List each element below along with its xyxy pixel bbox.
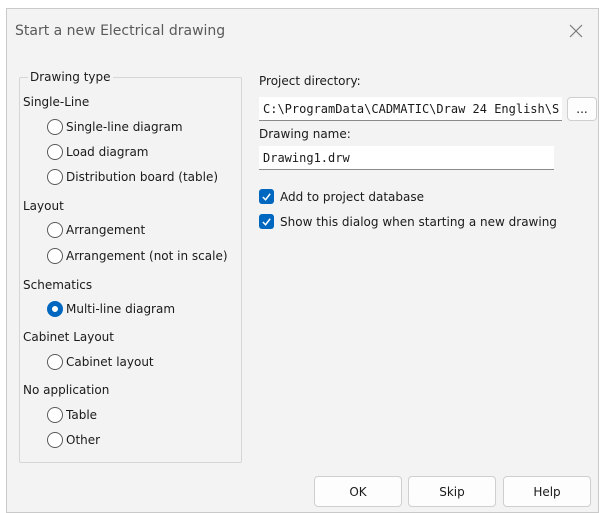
radio-multi-line-diagram[interactable]: Multi-line diagram — [47, 299, 175, 319]
close-button[interactable] — [558, 13, 594, 49]
checkbox-label: Show this dialog when starting a new dra… — [280, 214, 557, 229]
radio-button-icon — [47, 432, 63, 448]
checkmark-icon — [259, 189, 274, 204]
dialog-title: Start a new Electrical drawing — [15, 23, 226, 39]
radio-label: Arrangement (not in scale) — [66, 249, 228, 263]
radio-load-diagram[interactable]: Load diagram — [47, 142, 149, 162]
help-button[interactable]: Help — [503, 476, 591, 507]
drawing-name-label: Drawing name: — [259, 127, 351, 141]
browse-button[interactable]: ... — [567, 97, 597, 121]
radio-button-icon — [47, 248, 63, 264]
close-icon — [569, 24, 583, 38]
radio-label: Distribution board (table) — [66, 170, 219, 184]
radio-label: Other — [66, 433, 101, 447]
radio-cabinet-layout[interactable]: Cabinet layout — [47, 352, 154, 372]
radio-label: Table — [66, 408, 98, 422]
radio-label: Load diagram — [66, 145, 149, 159]
radio-table[interactable]: Table — [47, 405, 97, 425]
radio-other[interactable]: Other — [47, 430, 100, 450]
drawing-type-legend: Drawing type — [28, 70, 113, 84]
radio-label: Single-line diagram — [66, 120, 183, 134]
radio-label: Cabinet layout — [66, 355, 154, 369]
radio-button-icon — [47, 354, 63, 370]
radio-button-icon — [47, 119, 63, 135]
radio-arrangement[interactable]: Arrangement — [47, 220, 145, 240]
radio-single-line-diagram[interactable]: Single-line diagram — [47, 117, 183, 137]
dialog-titlebar: Start a new Electrical drawing — [7, 9, 598, 55]
radio-label: Multi-line diagram — [66, 302, 176, 316]
section-label-no-application: No application — [23, 383, 110, 397]
radio-label: Arrangement — [66, 223, 146, 237]
radio-arrangement-not-in-scale[interactable]: Arrangement (not in scale) — [47, 246, 228, 266]
add-to-project-database-checkbox[interactable]: Add to project database — [259, 189, 424, 204]
radio-button-icon — [47, 222, 63, 238]
section-label-single-line: Single-Line — [23, 95, 90, 109]
show-dialog-checkbox[interactable]: Show this dialog when starting a new dra… — [259, 214, 557, 229]
radio-button-selected-icon — [47, 301, 63, 317]
section-label-cabinet-layout: Cabinet Layout — [23, 330, 114, 344]
radio-button-icon — [47, 169, 63, 185]
section-label-layout: Layout — [23, 199, 64, 213]
skip-button[interactable]: Skip — [408, 476, 496, 507]
ok-button[interactable]: OK — [314, 476, 402, 507]
project-directory-label: Project directory: — [259, 74, 361, 88]
project-directory-field[interactable]: C:\ProgramData\CADMATIC\Draw 24 English\… — [259, 97, 562, 121]
section-label-schematics: Schematics — [23, 278, 93, 292]
checkbox-label: Add to project database — [280, 189, 425, 204]
radio-button-icon — [47, 144, 63, 160]
new-drawing-dialog: Start a new Electrical drawing Drawing t… — [6, 8, 599, 513]
drawing-name-field[interactable]: Drawing1.drw — [259, 146, 554, 170]
checkmark-icon — [259, 214, 274, 229]
radio-distribution-board[interactable]: Distribution board (table) — [47, 167, 218, 187]
radio-button-icon — [47, 407, 63, 423]
